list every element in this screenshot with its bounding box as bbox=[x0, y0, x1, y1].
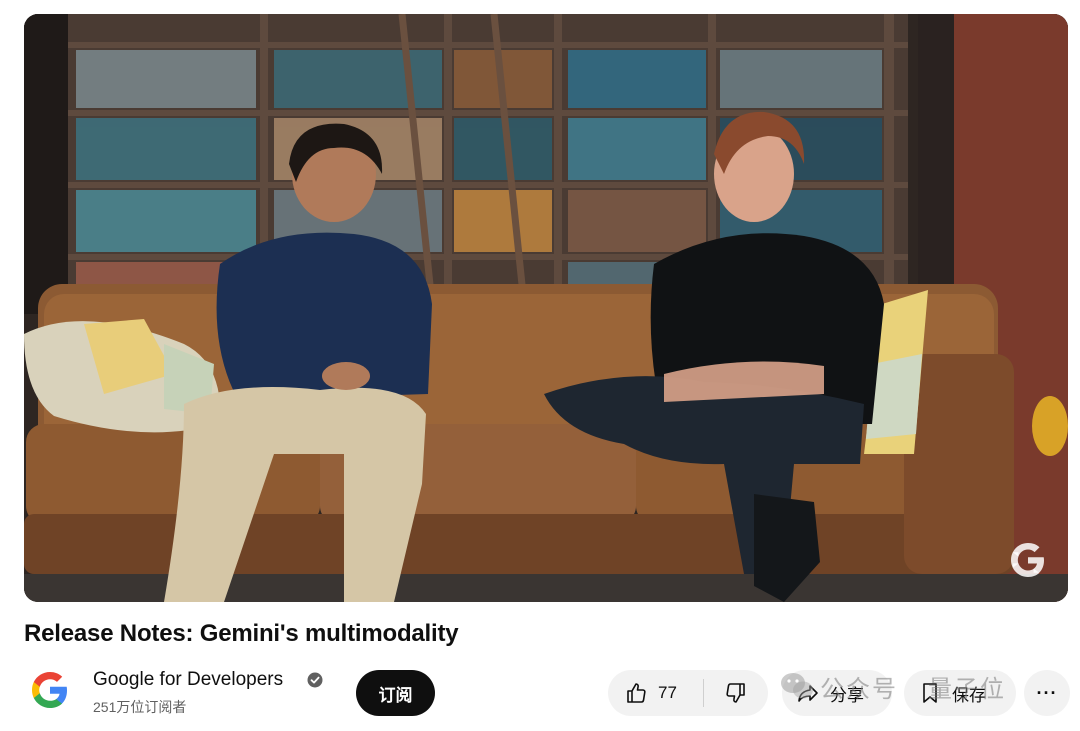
video-title: Release Notes: Gemini's multimodality bbox=[24, 620, 459, 647]
more-actions-button[interactable]: ··· bbox=[1024, 670, 1070, 716]
bookmark-icon bbox=[923, 683, 937, 703]
share-button[interactable]: 分享 bbox=[782, 670, 892, 716]
owner-actions-row: Google for Developers 251万位订阅者 订阅 77 分享 bbox=[24, 664, 1070, 720]
channel-name[interactable]: Google for Developers bbox=[93, 669, 283, 691]
thumbs-up-icon bbox=[627, 683, 646, 703]
share-arrow-icon bbox=[798, 685, 818, 702]
thumbs-down-icon bbox=[726, 683, 746, 703]
save-button[interactable]: 保存 bbox=[904, 670, 1016, 716]
dislike-button[interactable] bbox=[704, 670, 768, 716]
like-button[interactable]: 77 bbox=[608, 670, 703, 716]
subscribe-button[interactable]: 订阅 bbox=[356, 670, 435, 716]
google-g-icon bbox=[1011, 543, 1044, 577]
like-count: 77 bbox=[658, 683, 677, 702]
save-label: 保存 bbox=[952, 685, 986, 706]
share-label: 分享 bbox=[830, 685, 864, 706]
subscriber-count: 251万位订阅者 bbox=[93, 699, 187, 715]
verified-check-icon bbox=[307, 672, 323, 688]
video-player[interactable] bbox=[24, 14, 1068, 602]
like-dislike-group: 77 bbox=[608, 670, 768, 716]
channel-avatar-google-g-icon[interactable] bbox=[30, 670, 70, 710]
video-frame bbox=[24, 14, 1068, 602]
more-dots-icon: ··· bbox=[1036, 682, 1058, 703]
